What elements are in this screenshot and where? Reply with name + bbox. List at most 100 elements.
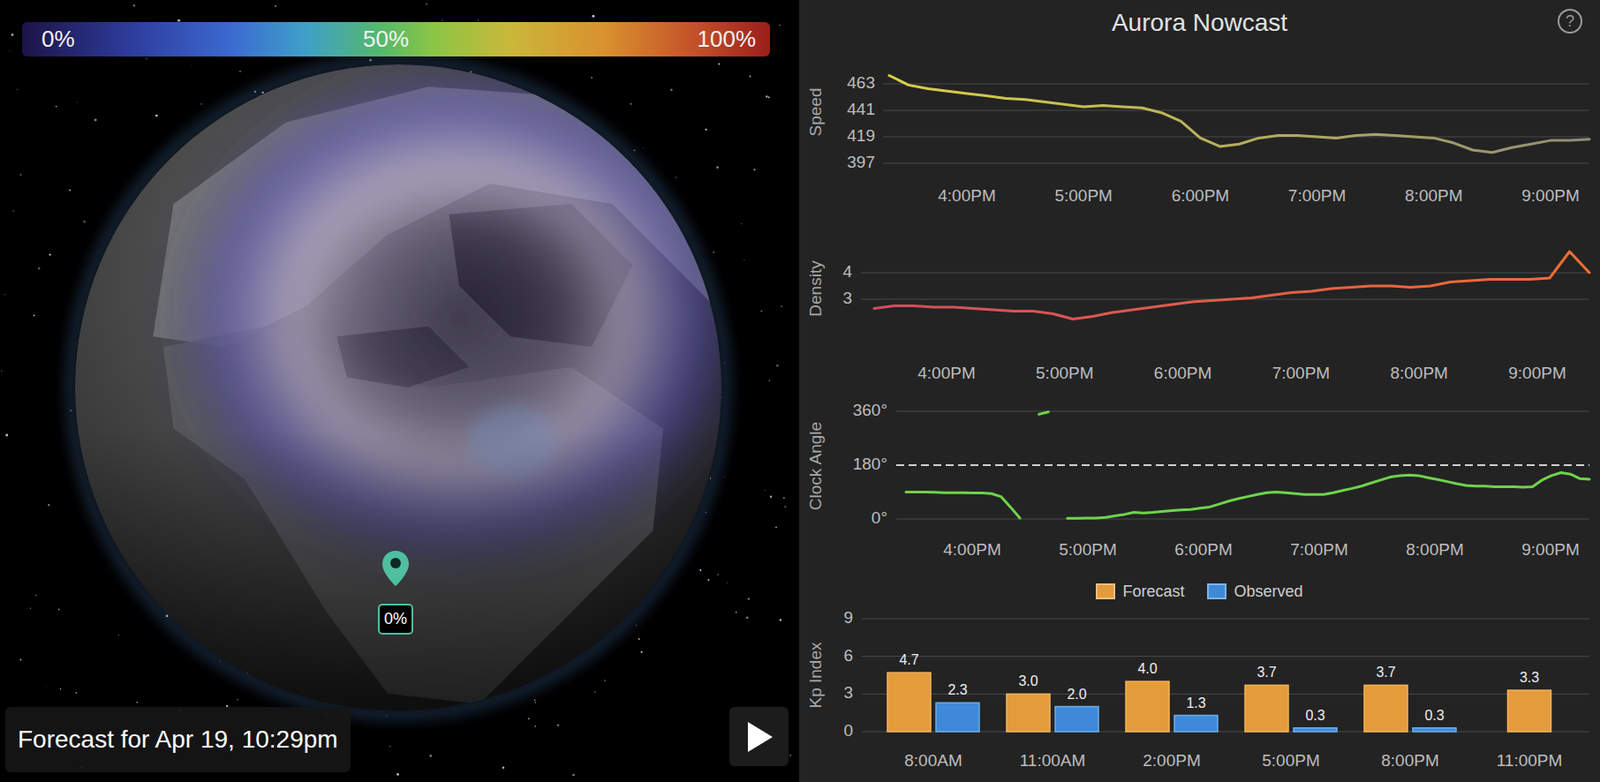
- series-segment: [1039, 412, 1050, 416]
- grid-line: [883, 163, 1590, 165]
- x-tick-label: 2:00PM: [1142, 751, 1200, 770]
- kp-bar[interactable]: [1364, 685, 1408, 733]
- y-tick-label: 3: [843, 683, 853, 702]
- grid-line: [883, 110, 1590, 112]
- kp-bar[interactable]: [887, 672, 931, 733]
- play-icon[interactable]: [744, 720, 775, 755]
- x-tick-label: 6:00PM: [1154, 363, 1212, 383]
- y-tick-label: 360°: [852, 400, 888, 420]
- kp-bar[interactable]: [1293, 728, 1337, 733]
- x-tick-label: 4:00PM: [917, 363, 975, 383]
- legend-item[interactable]: Forecast: [1095, 582, 1185, 602]
- bar-value-label: 4.0: [1137, 661, 1157, 677]
- x-tick-label: 4:00PM: [943, 540, 1001, 559]
- y-tick-label: 6: [843, 646, 853, 665]
- x-tick-label: 7:00PM: [1290, 540, 1348, 559]
- kp-bar[interactable]: [1125, 681, 1170, 733]
- x-tick-label: 5:00PM: [1261, 751, 1320, 770]
- series-segment: [874, 251, 1590, 320]
- y-tick-label: 441: [846, 99, 876, 119]
- kp-bar[interactable]: [1174, 716, 1218, 733]
- x-tick-label: 5:00PM: [1035, 363, 1094, 383]
- panel-title: Aurora Nowcast: [1111, 0, 1288, 38]
- x-tick-label: 5:00PM: [1058, 540, 1117, 559]
- colorbar-label: 100%: [697, 22, 757, 57]
- series-line: [905, 412, 1590, 520]
- globe[interactable]: [0, 0, 800, 782]
- kp-bar[interactable]: [935, 702, 980, 733]
- x-tick-label: 7:00PM: [1272, 363, 1330, 383]
- grid-line: [896, 519, 1590, 521]
- bar-value-label: 3.0: [1018, 673, 1038, 689]
- x-tick-label: 8:00PM: [1381, 751, 1439, 770]
- clock-angle-chart: Clock Angle 360° 180° 0° 4:00PM 5:00PM 6:00PM 7…: [799, 388, 1600, 574]
- colorbar-label: 50%: [362, 22, 409, 57]
- axis-title: Kp Index: [806, 641, 825, 709]
- series-line: [889, 75, 1590, 153]
- bar-value-label: 2.3: [947, 682, 967, 698]
- axis-title: Speed: [806, 88, 825, 137]
- legend-swatch: [1095, 583, 1116, 600]
- kp-bar[interactable]: [1508, 690, 1552, 733]
- y-tick-label: 4: [842, 262, 853, 281]
- x-tick-label: 9:00PM: [1521, 540, 1579, 559]
- x-tick-label: 4:00PM: [937, 186, 996, 205]
- colorbar-label: 0%: [41, 22, 76, 57]
- series-segment: [1067, 473, 1590, 520]
- x-tick-label: 8:00PM: [1389, 363, 1448, 383]
- y-tick-label: 397: [846, 152, 876, 172]
- legend-label: Observed: [1233, 582, 1303, 602]
- y-tick-label: 419: [846, 126, 876, 145]
- grid-line: [883, 136, 1590, 138]
- series-segment: [889, 75, 1590, 153]
- kp-legend: Forecast Observed: [799, 573, 1600, 610]
- x-tick-label: 11:00AM: [1019, 751, 1087, 770]
- bar-value-label: 3.7: [1375, 664, 1396, 680]
- pin-probability-badge: 0%: [377, 603, 414, 635]
- y-tick-label: 0°: [871, 508, 888, 528]
- play-button[interactable]: [729, 707, 789, 767]
- y-tick-label: 3: [842, 288, 853, 308]
- x-tick-label: 11:00PM: [1496, 751, 1563, 770]
- axis-title: Clock Angle: [806, 422, 825, 511]
- bar-value-label: 1.3: [1185, 695, 1206, 711]
- kp-bar[interactable]: [1055, 707, 1099, 733]
- legend-item[interactable]: Observed: [1207, 582, 1303, 602]
- globe-panel[interactable]: 0% 50% 100% 0% Forecast for Apr 19, 10:29pm: [0, 0, 800, 782]
- grid-line: [861, 656, 1590, 657]
- y-tick-label: 0: [843, 721, 853, 740]
- forecast-time-text: Forecast for Apr 19, 10:29pm: [17, 725, 339, 755]
- help-button[interactable]: ?: [1557, 8, 1583, 34]
- globe-map[interactable]: [0, 0, 800, 782]
- grid-line: [896, 464, 1590, 467]
- kp-bar[interactable]: [1245, 685, 1289, 733]
- series-segment: [905, 492, 1020, 520]
- location-pin-icon[interactable]: [380, 549, 411, 589]
- series-line: [874, 251, 1590, 320]
- legend-label: Forecast: [1122, 582, 1185, 602]
- x-tick-label: 5:00PM: [1054, 186, 1112, 205]
- x-tick-label: 9:00PM: [1508, 363, 1566, 383]
- bar-value-label: 3.3: [1519, 670, 1540, 686]
- speed-chart: Speed4634414193974:00PM5:00PM6:00PM7:00P…: [799, 54, 1600, 217]
- x-tick-label: 6:00PM: [1174, 540, 1232, 559]
- bar-value-label: 2.0: [1066, 686, 1087, 702]
- grid-line: [860, 272, 1590, 274]
- bar-value-label: 3.7: [1256, 664, 1276, 680]
- y-tick-label: 180°: [852, 454, 888, 474]
- x-tick-label: 8:00AM: [904, 751, 962, 770]
- x-tick-label: 8:00PM: [1404, 186, 1463, 205]
- y-tick-label: 9: [843, 609, 853, 627]
- nowcast-panel: Aurora Nowcast?Speed4634414193974:00PM5:…: [799, 0, 1600, 782]
- x-tick-label: 9:00PM: [1521, 186, 1579, 205]
- grid-line: [896, 411, 1590, 413]
- density-chart: Density434:00PM5:00PM6:00PM7:00PM8:00PM9…: [799, 216, 1600, 389]
- bar-value-label: 0.3: [1424, 708, 1444, 724]
- grid-line: [861, 618, 1590, 620]
- y-tick-label: 463: [846, 73, 876, 92]
- grid-line: [883, 83, 1590, 85]
- bar-value-label: 0.3: [1305, 708, 1325, 724]
- kp-bar[interactable]: [1412, 728, 1457, 733]
- x-tick-label: 6:00PM: [1171, 186, 1230, 205]
- kp-bar[interactable]: [1006, 694, 1050, 733]
